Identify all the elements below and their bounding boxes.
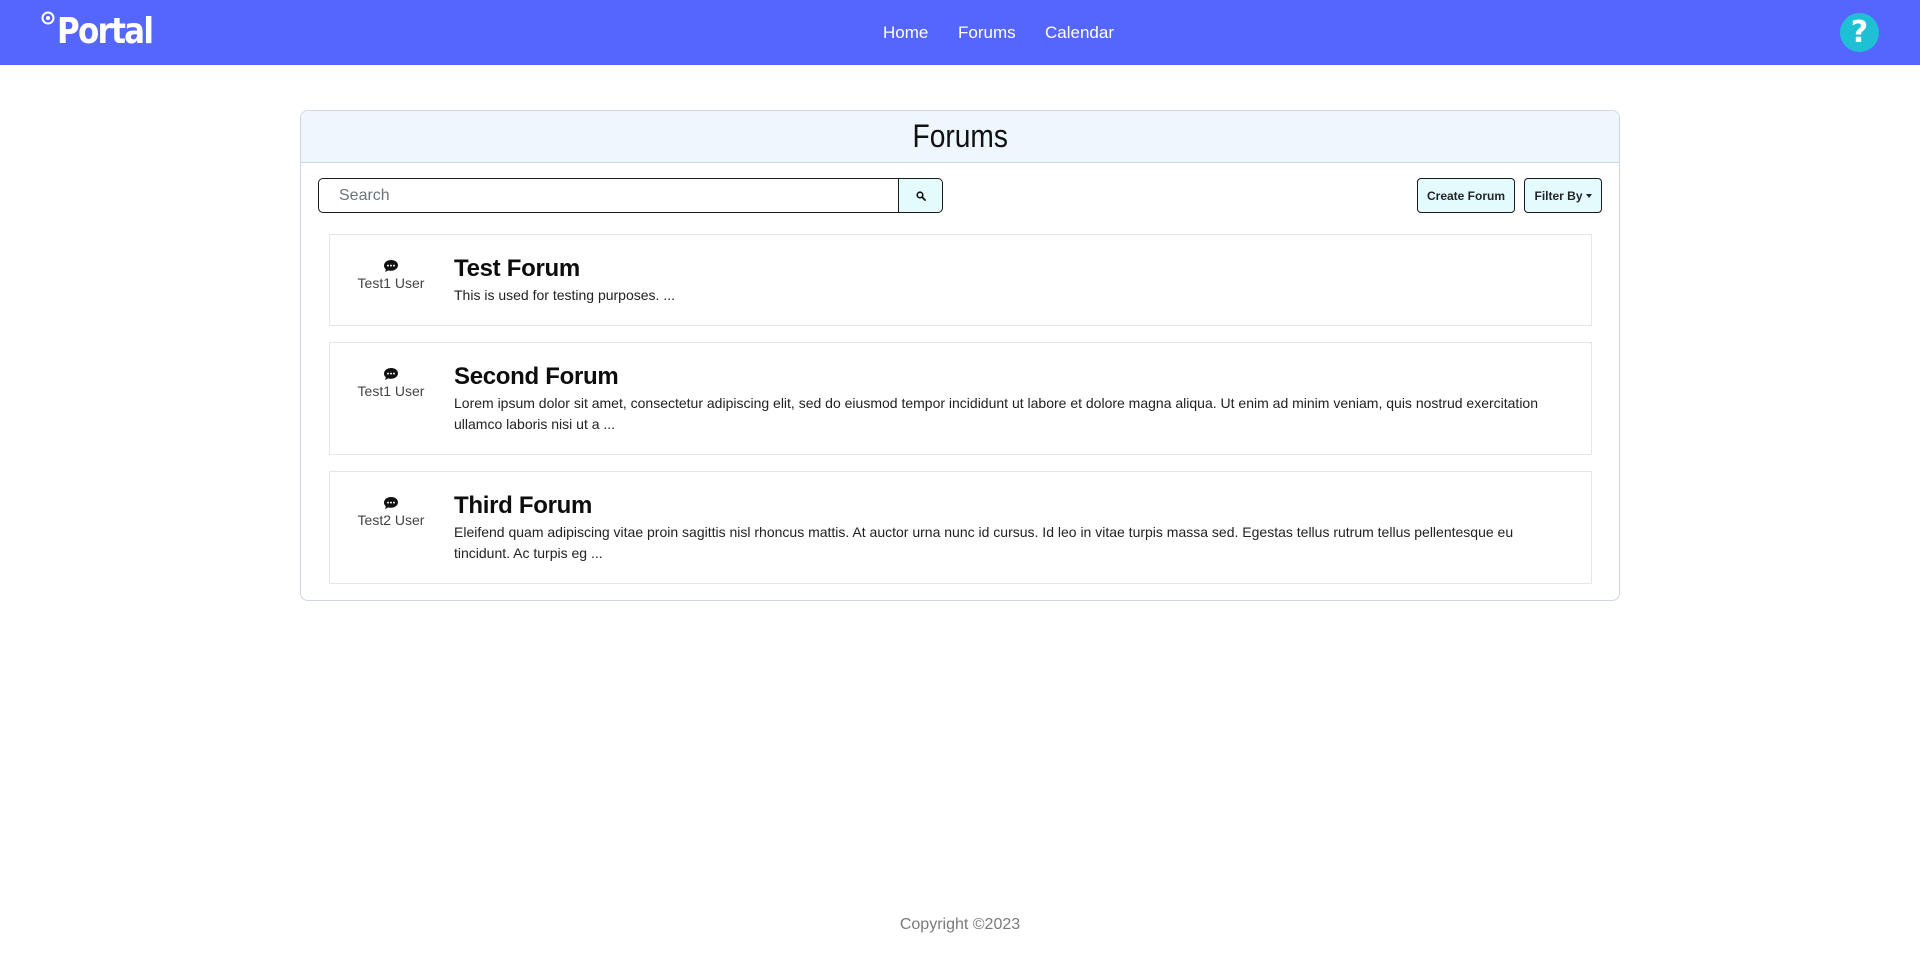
forum-title[interactable]: Third Forum: [454, 492, 1551, 520]
question-circle-icon: ?: [1850, 14, 1869, 50]
search-button[interactable]: [898, 178, 943, 213]
chat-bubble-icon: [384, 368, 398, 380]
chat-bubble-icon: [384, 260, 398, 272]
forum-body: Third Forum Eleifend quam adipiscing vit…: [454, 492, 1551, 564]
chat-bubble-icon: [384, 497, 398, 509]
main-nav: Home Forums Calendar: [0, 0, 1920, 65]
author-name: Test1 User: [357, 275, 425, 291]
forum-body: Second Forum Lorem ipsum dolor sit amet,…: [454, 363, 1551, 435]
forum-body: Test Forum This is used for testing purp…: [454, 255, 1551, 306]
forum-toolbar: Create Forum Filter By: [318, 178, 1603, 214]
magnifier-icon: [915, 190, 926, 201]
top-navbar: Portal Home Forums Calendar ?: [0, 0, 1920, 65]
filter-by-dropdown[interactable]: Filter By: [1524, 178, 1602, 213]
forum-description: This is used for testing purposes. ...: [454, 287, 675, 303]
caret-down-icon: [1585, 193, 1592, 198]
forum-author: Test1 User: [330, 259, 452, 291]
forum-description: Lorem ipsum dolor sit amet, consectetur …: [454, 395, 1538, 432]
search-input[interactable]: [318, 178, 898, 213]
nav-home-link[interactable]: Home: [871, 23, 940, 43]
filter-by-label: Filter By: [1534, 188, 1583, 203]
forum-list-item[interactable]: Test2 User Third Forum Eleifend quam adi…: [329, 471, 1592, 584]
page-title: Forums: [912, 118, 1008, 154]
forum-list-item[interactable]: Test1 User Second Forum Lorem ipsum dolo…: [329, 342, 1592, 455]
nav-calendar-link[interactable]: Calendar: [1033, 23, 1126, 43]
forum-list-item[interactable]: Test1 User Test Forum This is used for t…: [329, 234, 1592, 326]
search-group: [318, 178, 943, 213]
create-forum-button[interactable]: Create Forum: [1417, 178, 1515, 213]
forum-description: Eleifend quam adipiscing vitae proin sag…: [454, 524, 1514, 561]
author-name: Test1 User: [357, 383, 425, 399]
forum-title[interactable]: Second Forum: [454, 363, 1551, 391]
forum-author: Test1 User: [330, 367, 452, 399]
copyright-text: Copyright ©2023: [899, 916, 1021, 933]
nav-forums-link[interactable]: Forums: [946, 23, 1028, 43]
forums-card: Forums Create Forum Filter By Test1 User: [300, 110, 1620, 601]
card-header: Forums: [301, 111, 1619, 163]
author-name: Test2 User: [357, 512, 425, 528]
forum-author: Test2 User: [330, 496, 452, 528]
help-button[interactable]: ?: [1840, 13, 1879, 52]
forum-title[interactable]: Test Forum: [454, 255, 1551, 283]
footer: Copyright ©2023: [0, 916, 1920, 934]
